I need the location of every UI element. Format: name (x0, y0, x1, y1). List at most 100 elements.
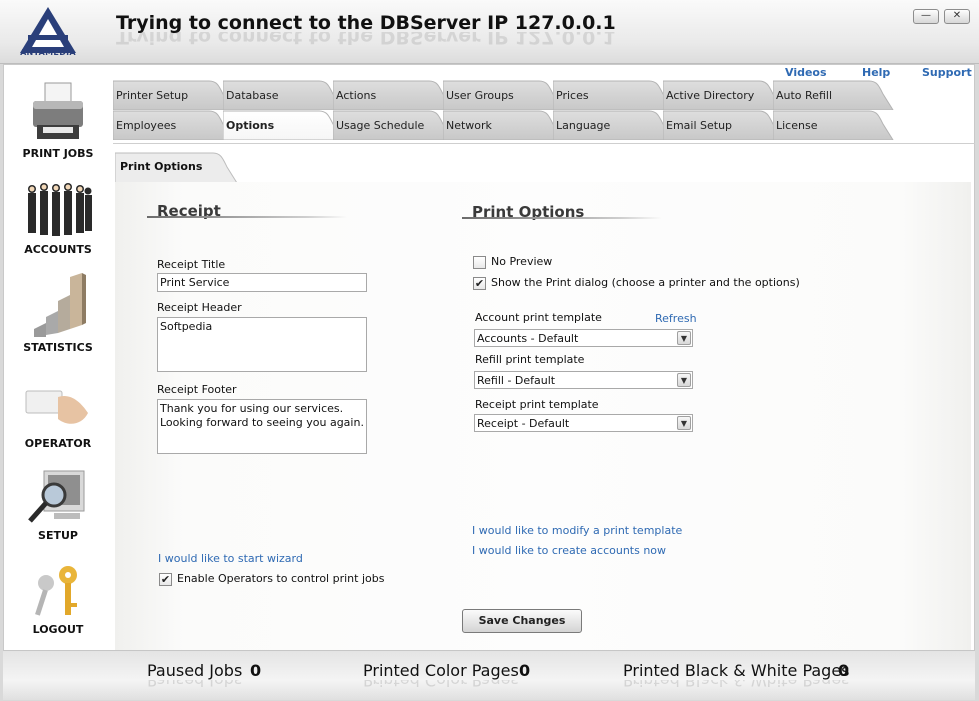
tab-printer-setup[interactable]: Printer Setup (113, 80, 235, 110)
receipt-section-rule (147, 216, 347, 218)
receipt-title-input[interactable]: Print Service (157, 273, 367, 292)
tab-usage-schedule[interactable]: Usage Schedule (333, 110, 455, 140)
logo-text: ANTAMEDIA (20, 48, 76, 57)
tabs-divider (113, 143, 975, 144)
tab-label: Printer Setup (116, 89, 189, 102)
paused-jobs-label: Paused Jobs (147, 661, 243, 680)
printed-color-label: Printed Color Pages (363, 661, 519, 680)
sidebar-item-logout[interactable]: LOGOUT (4, 563, 112, 636)
printed-bw-label: Printed Black & White Pages (623, 661, 850, 680)
no-preview-checkbox[interactable] (473, 256, 486, 269)
refresh-link[interactable]: Refresh (655, 312, 697, 325)
sidebar-item-label: PRINT JOBS (22, 147, 94, 160)
check-mark-icon: ✔ (160, 573, 171, 586)
sidebar-item-statistics[interactable]: STATISTICS (4, 271, 112, 354)
help-link[interactable]: Help (862, 66, 890, 79)
paused-jobs-reflection: Paused Jobs (147, 680, 243, 690)
receipt-header-label: Receipt Header (157, 301, 242, 314)
tab-auto-refill[interactable]: Auto Refill (773, 80, 895, 110)
tab-label: License (776, 119, 818, 132)
check-mark-icon: ✔ (474, 277, 485, 290)
sidebar-item-label: LOGOUT (32, 623, 84, 636)
refill-template-select[interactable]: Refill - Default ▼ (474, 371, 693, 389)
tab-employees[interactable]: Employees (113, 110, 235, 140)
printed-bw-reflection: Printed Black & White Pages (623, 680, 850, 690)
sidebar-item-label: STATISTICS (23, 341, 93, 354)
tab-label: Active Directory (666, 89, 755, 102)
minimize-icon: — (921, 10, 931, 21)
chevron-down-icon[interactable]: ▼ (677, 416, 691, 430)
paused-jobs-value: 0 (250, 661, 262, 680)
show-print-dialog-checkbox[interactable]: ✔ (473, 277, 486, 290)
refill-template-label: Refill print template (475, 353, 585, 366)
save-changes-button[interactable]: Save Changes (462, 609, 582, 633)
people-icon (28, 183, 92, 236)
window-title: Trying to connect to the DBServer IP 127… (116, 12, 616, 34)
receipt-footer-input[interactable]: Thank you for using our services. Lookin… (157, 399, 367, 454)
printed-bw-value: 0 (838, 661, 850, 680)
select-value: Receipt - Default (477, 417, 570, 430)
enable-operators-label: Enable Operators to control print jobs (177, 572, 385, 585)
printed-color-reflection: Printed Color Pages (363, 680, 519, 690)
close-button[interactable]: ✕ (944, 9, 970, 24)
sidebar-item-accounts[interactable]: ACCOUNTS (4, 179, 112, 256)
receipt-footer-label: Receipt Footer (157, 383, 237, 396)
tab-active-directory[interactable]: Active Directory (663, 80, 785, 110)
magnifier-monitor-icon (28, 470, 85, 523)
tab-license[interactable]: License (773, 110, 895, 140)
show-print-dialog-label: Show the Print dialog (choose a printer … (491, 276, 800, 289)
receipt-title-label: Receipt Title (157, 258, 226, 271)
subtab-label: Print Options (120, 160, 203, 173)
tab-label: Actions (336, 89, 377, 102)
print-options-section-rule (462, 217, 662, 219)
enable-operators-checkbox[interactable]: ✔ (159, 573, 172, 586)
no-preview-label: No Preview (491, 255, 553, 268)
sidebar-item-setup[interactable]: SETUP (4, 469, 112, 542)
tab-label: Language (556, 119, 611, 132)
tab-label: User Groups (446, 89, 514, 102)
sidebar: PRINT JOBS ACCOUNTS STATISTICS OPERATOR … (4, 65, 112, 650)
create-accounts-link[interactable]: I would like to create accounts now (472, 544, 666, 557)
tab-options[interactable]: Options (223, 110, 345, 140)
support-link[interactable]: Support (922, 66, 972, 79)
printer-icon (33, 82, 83, 139)
keys-icon (35, 566, 77, 616)
select-value: Accounts - Default (477, 332, 579, 345)
tab-label: Prices (556, 89, 589, 102)
tab-email-setup[interactable]: Email Setup (663, 110, 785, 140)
bar-chart-icon (34, 273, 86, 337)
sidebar-item-label: OPERATOR (24, 437, 92, 450)
tab-label: Auto Refill (776, 89, 832, 102)
select-value: Refill - Default (477, 374, 556, 387)
sidebar-item-label: SETUP (38, 529, 78, 542)
receipt-header-input[interactable]: Softpedia (157, 317, 367, 372)
card-hand-icon (25, 390, 88, 424)
sidebar-item-label: ACCOUNTS (24, 243, 92, 256)
close-icon: ✕ (952, 10, 962, 21)
subtab-print-options[interactable]: Print Options (115, 151, 238, 183)
sidebar-item-print-jobs[interactable]: PRINT JOBS (4, 79, 112, 160)
start-wizard-link[interactable]: I would like to start wizard (158, 552, 303, 565)
account-template-select[interactable]: Accounts - Default ▼ (474, 329, 693, 347)
tab-label: Database (226, 89, 279, 102)
tab-label: Usage Schedule (336, 119, 425, 132)
tab-network[interactable]: Network (443, 110, 565, 140)
videos-link[interactable]: Videos (785, 66, 827, 79)
tab-prices[interactable]: Prices (553, 80, 675, 110)
tab-label: Options (226, 119, 275, 132)
tab-label: Email Setup (666, 119, 733, 132)
chevron-down-icon[interactable]: ▼ (677, 373, 691, 387)
sidebar-item-operator[interactable]: OPERATOR (4, 383, 112, 450)
receipt-template-select[interactable]: Receipt - Default ▼ (474, 414, 693, 432)
modify-template-link[interactable]: I would like to modify a print template (472, 524, 682, 537)
minimize-button[interactable]: — (913, 9, 939, 24)
tab-user-groups[interactable]: User Groups (443, 80, 565, 110)
tab-database[interactable]: Database (223, 80, 345, 110)
tab-language[interactable]: Language (553, 110, 675, 140)
account-template-label: Account print template (475, 311, 602, 324)
window-title-reflection: Trying to connect to the DBServer IP 127… (116, 32, 616, 48)
printed-color-value: 0 (519, 661, 531, 680)
chevron-down-icon[interactable]: ▼ (677, 331, 691, 345)
receipt-template-label: Receipt print template (475, 398, 599, 411)
tab-actions[interactable]: Actions (333, 80, 455, 110)
